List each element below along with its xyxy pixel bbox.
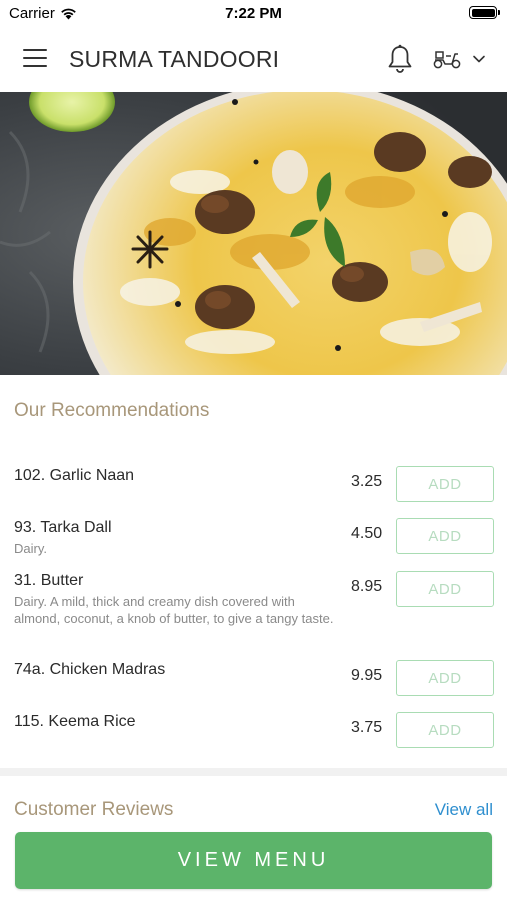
dish-price: 8.95	[351, 578, 383, 595]
status-time: 7:22 PM	[225, 5, 282, 22]
section-divider	[0, 768, 507, 776]
dish-description: Dairy.	[14, 541, 47, 556]
add-button[interactable]: ADD	[396, 712, 494, 748]
delivery-scooter-icon[interactable]	[432, 48, 462, 70]
reviews-heading: Customer Reviews	[14, 799, 174, 820]
dish-price: 3.75	[351, 719, 383, 736]
dish-name: 31. Butter	[14, 572, 84, 589]
view-menu-button[interactable]: VIEW MENU	[15, 832, 492, 889]
dish-name: 102. Garlic Naan	[14, 467, 135, 484]
hero-food-image	[0, 92, 507, 375]
status-bar: Carrier 7:22 PM	[0, 0, 507, 26]
bell-icon[interactable]	[386, 44, 414, 74]
nav-bar: SURMA TANDOORI	[0, 26, 507, 92]
restaurant-title: SURMA TANDOORI	[69, 46, 280, 72]
hamburger-menu-icon[interactable]	[23, 49, 47, 67]
dish-price: 3.25	[351, 473, 383, 490]
add-button[interactable]: ADD	[396, 518, 494, 554]
view-all-reviews-link[interactable]: View all	[435, 800, 493, 820]
add-button[interactable]: ADD	[396, 466, 494, 502]
battery-icon	[469, 6, 500, 19]
dish-price: 4.50	[351, 525, 383, 542]
recommendations-heading: Our Recommendations	[14, 400, 210, 421]
dish-price: 9.95	[351, 667, 383, 684]
dish-description: Dairy. A mild, thick and creamy dish cov…	[14, 594, 334, 626]
dish-name: 93. Tarka Dall	[14, 519, 112, 536]
dish-name: 74a. Chicken Madras	[14, 661, 166, 678]
chevron-down-icon[interactable]	[472, 54, 486, 64]
dish-name: 115. Keema Rice	[14, 713, 136, 730]
add-button[interactable]: ADD	[396, 571, 494, 607]
add-button[interactable]: ADD	[396, 660, 494, 696]
